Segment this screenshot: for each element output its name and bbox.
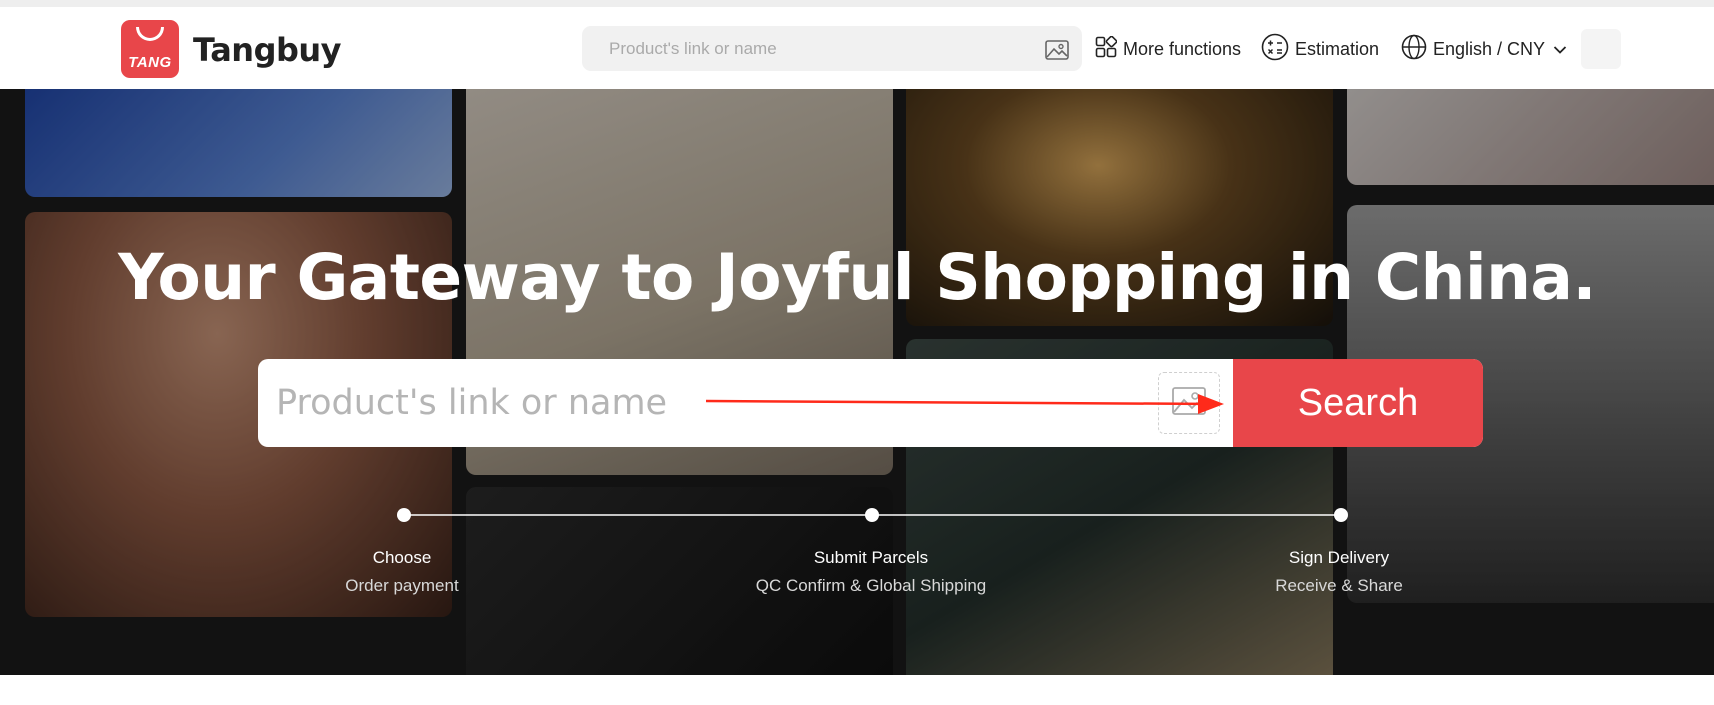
more-functions-button[interactable]: More functions xyxy=(1095,35,1241,63)
step-title: Submit Parcels xyxy=(813,548,929,567)
navbar: TANG Tangbuy More functions Estimation E… xyxy=(0,7,1714,89)
estimation-label: Estimation xyxy=(1295,38,1380,59)
step-title: Choose xyxy=(372,548,432,567)
step-choose: Choose Order payment xyxy=(252,548,552,596)
step-sign-delivery: Sign Delivery Receive & Share xyxy=(1189,548,1489,596)
avatar[interactable] xyxy=(1581,29,1621,69)
logo[interactable]: TANG xyxy=(121,20,179,78)
more-functions-label: More functions xyxy=(1123,38,1242,59)
step-submit-parcels: Submit Parcels QC Confirm & Global Shipp… xyxy=(721,548,1021,596)
hero-section: Your Gateway to Joyful Shopping in China… xyxy=(0,89,1714,675)
hero-image-search-button[interactable] xyxy=(1158,372,1220,434)
hero-title: Your Gateway to Joyful Shopping in China… xyxy=(118,241,1596,314)
step-dot-submit xyxy=(865,508,879,522)
step-title: Sign Delivery xyxy=(1288,548,1390,567)
search-button[interactable]: Search xyxy=(1233,359,1483,447)
bag-handle-icon xyxy=(136,27,164,41)
step-subtitle: Receive & Share xyxy=(1275,576,1403,595)
chevron-down-icon xyxy=(1553,39,1573,60)
step-dot-choose xyxy=(397,508,411,522)
step-subtitle: Order payment xyxy=(345,576,459,595)
globe-icon xyxy=(1401,34,1433,65)
image-search-icon xyxy=(1172,386,1206,420)
brand-name[interactable]: Tangbuy xyxy=(193,31,342,69)
language-currency-selector[interactable]: English / CNY xyxy=(1401,34,1573,65)
logo-text: TANG xyxy=(128,54,172,71)
nav-search-input[interactable] xyxy=(582,26,1022,71)
step-subtitle: QC Confirm & Global Shipping xyxy=(755,576,987,595)
grid-icon xyxy=(1095,35,1123,63)
hero-search-bar: Search xyxy=(258,359,1483,447)
step-dot-sign xyxy=(1334,508,1348,522)
language-currency-label: English / CNY xyxy=(1433,38,1546,59)
estimation-button[interactable]: Estimation xyxy=(1261,33,1380,66)
hero-search-input[interactable] xyxy=(258,359,1138,447)
image-search-icon[interactable] xyxy=(1045,40,1069,65)
nav-search-bar xyxy=(582,26,1082,71)
calculator-icon xyxy=(1261,33,1295,66)
top-strip xyxy=(0,0,1714,7)
